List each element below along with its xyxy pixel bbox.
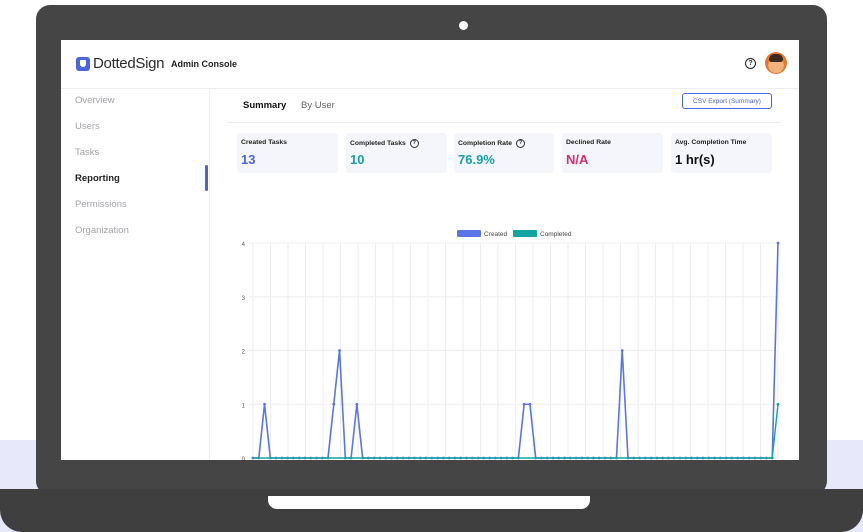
stat-title: Completed Tasks [350, 140, 406, 147]
console-label: Admin Console [171, 59, 238, 69]
stat-card-declined-rate: Declined Rate N/A [562, 133, 663, 173]
data-point [776, 241, 780, 245]
y-tick-label: 4 [242, 242, 246, 248]
stat-title: Avg. Completion Time [675, 139, 747, 146]
legend-swatch [457, 230, 481, 237]
laptop-notch [268, 496, 590, 509]
data-point [776, 402, 780, 406]
stat-card-completed: Completed Tasks? 10 [346, 133, 447, 173]
y-tick-label: 1 [242, 403, 246, 409]
stat-value-created: 13 [241, 152, 256, 167]
stat-title-row: Completion Rate? [458, 139, 526, 148]
data-point [522, 402, 526, 406]
stat-card-avg-completion-time: Avg. Completion Time 1 hr(s) [671, 133, 772, 173]
sidebar-item-permissions[interactable]: Permissions [75, 199, 127, 210]
help-circle-icon[interactable]: ? [516, 139, 526, 148]
stat-value-avg-completion-time: 1 hr(s) [675, 152, 715, 167]
stat-title: Declined Rate [566, 139, 611, 146]
sidebar-item-organization[interactable]: Organization [75, 225, 129, 236]
legend-label: Completed [540, 231, 572, 238]
tasks-line-chart: 012342021-06-162021-06-192021-06-222021-… [242, 230, 780, 460]
data-point [620, 349, 624, 352]
stat-title-row: Declined Rate [566, 139, 611, 146]
stat-card-created: Created Tasks 13 [237, 133, 338, 173]
data-point [263, 402, 266, 406]
legend-label: Created [484, 231, 508, 238]
stat-title: Created Tasks [241, 139, 287, 146]
stat-title-row: Created Tasks [241, 139, 287, 146]
sidebar-item-users[interactable]: Users [75, 121, 100, 132]
legend-swatch [513, 230, 537, 237]
sidebar-item-overview[interactable]: Overview [75, 95, 115, 106]
csv-export-button[interactable]: CSV Export (Summary) [682, 93, 772, 109]
sidebar-item-tasks[interactable]: Tasks [75, 147, 99, 158]
avatar[interactable] [765, 52, 787, 74]
tab-by-user[interactable]: By User [301, 100, 335, 111]
camera-dot [459, 21, 468, 30]
logo-icon [76, 56, 90, 71]
stat-value-completion-rate: 76.9% [458, 152, 495, 167]
app-screen: DottedSign Admin Console ? Overview User… [61, 40, 799, 460]
logo[interactable]: DottedSign [76, 55, 165, 72]
data-point [338, 349, 341, 352]
tab-summary[interactable]: Summary [243, 100, 286, 111]
tab-divider [227, 122, 781, 123]
stat-value-completed: 10 [350, 152, 365, 167]
y-tick-label: 3 [242, 296, 246, 302]
stat-title-row: Avg. Completion Time [675, 139, 746, 146]
sidebar-item-reporting[interactable]: Reporting [75, 173, 120, 184]
sidebar-active-indicator [205, 165, 208, 191]
y-tick-label: 0 [242, 457, 246, 460]
data-point [332, 402, 336, 406]
top-bar: DottedSign Admin Console ? [61, 40, 799, 89]
stat-title-row: Completed Tasks? [350, 139, 419, 148]
stat-value-declined-rate: N/A [566, 152, 589, 167]
stat-card-completion-rate: Completion Rate? 76.9% [454, 133, 554, 173]
data-point [355, 402, 359, 406]
logo-text: DottedSign [93, 55, 165, 72]
sidebar: Overview Users Tasks Reporting Permissio… [61, 89, 210, 460]
stat-title: Completion Rate [458, 140, 513, 147]
help-icon[interactable]: ? [745, 58, 756, 69]
data-point [528, 402, 532, 406]
y-tick-label: 2 [242, 350, 246, 356]
help-circle-icon[interactable]: ? [409, 139, 419, 148]
